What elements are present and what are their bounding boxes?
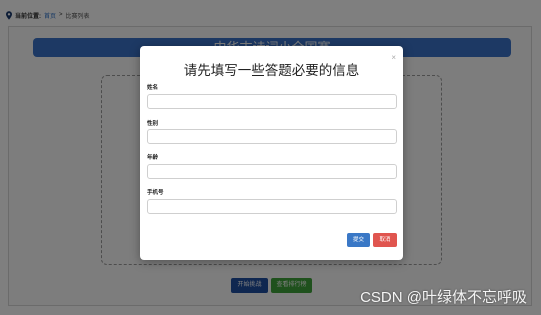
gender-label: 性别	[147, 121, 159, 127]
watermark: CSDN @叶绿体不忘呼吸	[360, 289, 527, 306]
cancel-button[interactable]: 取消	[373, 233, 397, 247]
gender-input[interactable]	[147, 129, 397, 144]
name-input[interactable]	[147, 94, 397, 109]
age-label: 年龄	[147, 155, 159, 161]
name-label: 姓名	[147, 85, 159, 91]
phone-input[interactable]	[147, 199, 397, 214]
age-input[interactable]	[147, 164, 397, 179]
phone-label: 手机号	[147, 190, 164, 196]
modal-title: 请先填写一些答题必要的信息	[183, 63, 360, 78]
submit-button[interactable]: 提交	[347, 233, 370, 247]
info-modal: × 请先填写一些答题必要的信息 姓名 性别 年龄 手机号 提交 取消	[140, 46, 403, 260]
